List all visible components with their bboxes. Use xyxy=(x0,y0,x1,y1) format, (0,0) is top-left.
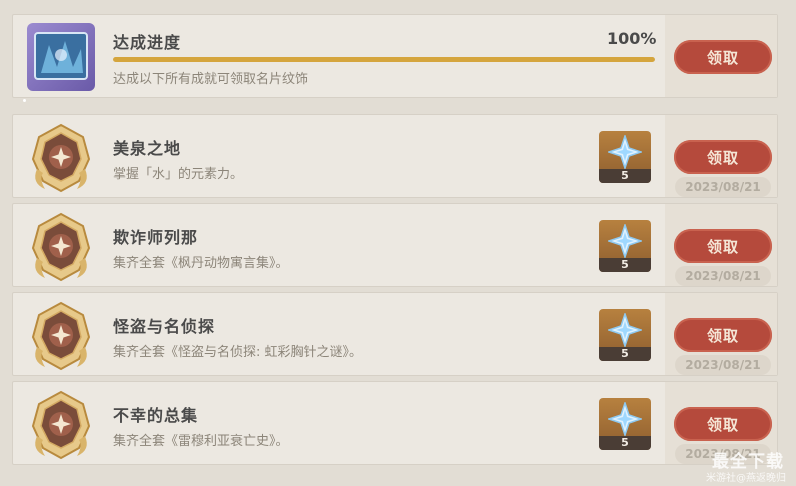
claim-achievement-button[interactable]: 领取 xyxy=(674,140,772,174)
progress-bar-fill xyxy=(113,57,655,62)
primogem-reward: 5 xyxy=(599,220,651,272)
progress-card: 达成进度 100% 达成以下所有成就可领取名片纹饰 领取 xyxy=(12,14,778,98)
achievement-description: 集齐全套《枫丹动物寓言集》。 xyxy=(113,256,289,271)
achievement-row: 欺诈师列那 集齐全套《枫丹动物寓言集》。 5 领取 2023/08/21 xyxy=(12,203,778,287)
claim-achievement-button[interactable]: 领取 xyxy=(674,229,772,263)
achievement-date: 2023/08/21 xyxy=(675,355,771,375)
primogem-reward: 5 xyxy=(599,398,651,450)
achievement-date: 2023/08/21 xyxy=(675,177,771,197)
achievement-row: 不幸的总集 集齐全套《雷穆利亚衰亡史》。 5 领取 2023/08/21 xyxy=(12,381,778,465)
claim-progress-button[interactable]: 领取 xyxy=(674,40,772,74)
achievement-description: 集齐全套《雷穆利亚衰亡史》。 xyxy=(113,434,289,449)
progress-title: 达成进度 xyxy=(113,33,182,52)
achievement-title: 欺诈师列那 xyxy=(113,228,199,247)
achievement-row: 美泉之地 掌握「水」的元素力。 5 领取 2023/08/21 xyxy=(12,114,778,198)
achievement-description: 掌握「水」的元素力。 xyxy=(113,167,244,182)
achievement-medal-icon xyxy=(29,390,93,460)
achievement-title: 美泉之地 xyxy=(113,139,182,158)
achievement-medal-icon xyxy=(29,212,93,282)
primogem-reward: 5 xyxy=(599,309,651,361)
achievement-title: 不幸的总集 xyxy=(113,406,199,425)
progress-bar xyxy=(113,57,655,62)
reward-count: 5 xyxy=(599,436,651,450)
reward-count: 5 xyxy=(599,258,651,272)
namecard-icon xyxy=(27,23,95,91)
achievement-medal-icon xyxy=(29,123,93,193)
progress-description: 达成以下所有成就可领取名片纹饰 xyxy=(113,72,309,87)
claim-achievement-button[interactable]: 领取 xyxy=(674,407,772,441)
watermark-source: 米游社@燕返晚归 xyxy=(706,473,786,484)
primogem-reward: 5 xyxy=(599,131,651,183)
reward-count: 5 xyxy=(599,169,651,183)
achievement-date: 2023/08/21 xyxy=(675,266,771,286)
achievement-row: 怪盗与名侦探 集齐全套《怪盗与名侦探: 虹彩胸针之谜》。 5 领取 2023/0… xyxy=(12,292,778,376)
achievement-title: 怪盗与名侦探 xyxy=(113,317,216,336)
claim-achievement-button[interactable]: 领取 xyxy=(674,318,772,352)
achievement-description: 集齐全套《怪盗与名侦探: 虹彩胸针之谜》。 xyxy=(113,345,363,360)
reward-count: 5 xyxy=(599,347,651,361)
decor-dot xyxy=(23,99,26,102)
achievement-medal-icon xyxy=(29,301,93,371)
progress-percent: 100% xyxy=(607,29,657,48)
